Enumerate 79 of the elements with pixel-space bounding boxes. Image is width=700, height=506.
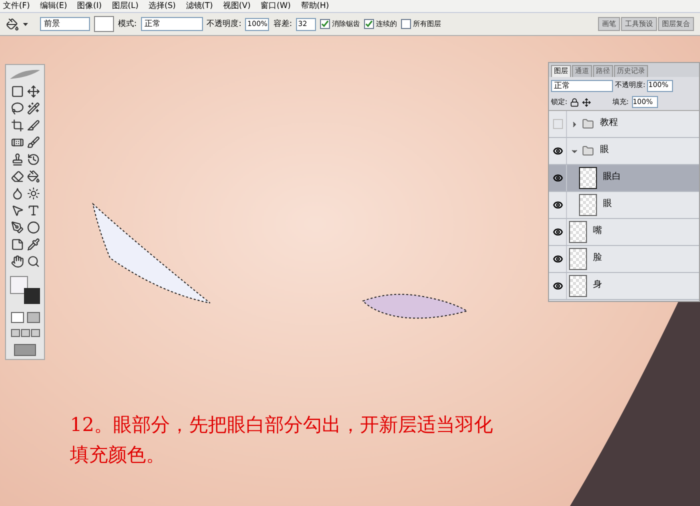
paint-bucket-icon[interactable]	[26, 170, 40, 183]
menu-item[interactable]: 编辑(E)	[40, 2, 68, 10]
layer-thumbnail	[579, 194, 597, 216]
layer-row[interactable]: 脸	[549, 246, 699, 273]
caret-icon[interactable]	[23, 22, 28, 26]
menu-item[interactable]: 窗口(W)	[260, 2, 291, 10]
eye-icon[interactable]	[552, 254, 562, 264]
ellipse-icon[interactable]	[26, 221, 40, 234]
folder-icon	[582, 145, 594, 157]
lock-icon[interactable]	[570, 98, 580, 106]
checkbox[interactable]	[320, 19, 330, 29]
move-icon[interactable]	[582, 98, 592, 106]
blend-mode-select[interactable]: 正常	[551, 80, 613, 92]
caption-text: 12。眼部分，先把眼白部分勾出，开新层适当羽化	[70, 414, 494, 436]
stamp-icon[interactable]	[10, 153, 24, 166]
options-label: 容差:	[273, 18, 292, 30]
expand-caret-icon[interactable]	[570, 120, 579, 128]
menu-item[interactable]: 视图(V)	[222, 2, 251, 10]
eyedropper-icon[interactable]	[26, 238, 40, 251]
layer-thumbnail	[579, 167, 597, 189]
layer-row[interactable]: 眼白	[549, 165, 699, 192]
menu-item[interactable]: 滤镜(T)	[186, 2, 213, 10]
layer-thumbnail	[569, 248, 587, 270]
pattern-swatch[interactable]	[94, 16, 114, 32]
move-icon[interactable]	[26, 85, 40, 98]
type-icon[interactable]	[26, 204, 40, 217]
layer-row[interactable]: 眼	[549, 192, 699, 219]
menu-item[interactable]: 帮助(H)	[300, 2, 330, 10]
menu-item[interactable]: 文件(F)	[3, 2, 30, 10]
paint-bucket-icon[interactable]	[6, 18, 19, 30]
layer-thumbnail	[569, 275, 587, 297]
foreground-swatch[interactable]	[10, 276, 28, 294]
layer-row[interactable]: 身	[549, 273, 699, 300]
brush-icon[interactable]	[26, 136, 40, 149]
layer-name: 嘴	[593, 225, 602, 238]
layer-row[interactable]: 嘴	[549, 219, 699, 246]
droplet-icon[interactable]	[10, 187, 24, 200]
bandage-icon[interactable]	[10, 136, 24, 149]
eye-icon[interactable]	[552, 146, 562, 156]
options-label: 不透明度:	[206, 18, 242, 30]
pen-icon[interactable]	[10, 221, 24, 234]
menu-item[interactable]: 图像(I)	[77, 2, 102, 10]
mode-select[interactable]: 正常	[140, 17, 203, 31]
eye-icon[interactable]	[552, 200, 562, 210]
folder-icon	[582, 118, 594, 130]
background-swatch[interactable]	[24, 288, 40, 304]
note-icon[interactable]	[10, 238, 24, 251]
eye-icon[interactable]	[552, 227, 562, 237]
sun-icon[interactable]	[26, 187, 40, 200]
checkbox[interactable]	[401, 19, 412, 29]
fill-source-select[interactable]: 前景	[40, 17, 90, 31]
hand-icon[interactable]	[10, 255, 24, 268]
feather-icon	[8, 67, 42, 81]
wand-icon[interactable]	[26, 102, 40, 115]
lasso-icon[interactable]	[10, 102, 24, 115]
checkbox[interactable]	[364, 19, 374, 29]
layer-name: 眼	[600, 144, 609, 158]
layer-name: 眼白	[603, 171, 621, 184]
eraser-icon[interactable]	[10, 170, 24, 183]
eye-icon[interactable]	[552, 281, 562, 291]
history-brush-icon[interactable]	[26, 153, 40, 166]
menu-item[interactable]: 图层(L)	[112, 2, 138, 10]
layer-name: 眼	[603, 198, 612, 212]
layer-name: 教程	[600, 117, 618, 130]
crop-icon[interactable]	[10, 119, 24, 132]
pointer-icon[interactable]	[10, 204, 24, 217]
layer-name: 身	[593, 279, 602, 292]
zoom-icon[interactable]	[26, 255, 40, 268]
layer-row[interactable]: 教程	[549, 111, 699, 138]
knife-icon[interactable]	[26, 119, 40, 132]
options-label: 模式:	[118, 18, 137, 30]
eye-icon[interactable]	[552, 173, 562, 183]
marquee-icon[interactable]	[10, 85, 24, 98]
caption-text: 填充颜色。	[70, 444, 166, 466]
layer-thumbnail	[569, 221, 587, 243]
layer-name: 脸	[593, 252, 602, 266]
visibility-toggle[interactable]	[552, 119, 562, 129]
layer-row[interactable]: 眼	[549, 138, 699, 165]
menu-item[interactable]: 选择(S)	[148, 2, 176, 10]
